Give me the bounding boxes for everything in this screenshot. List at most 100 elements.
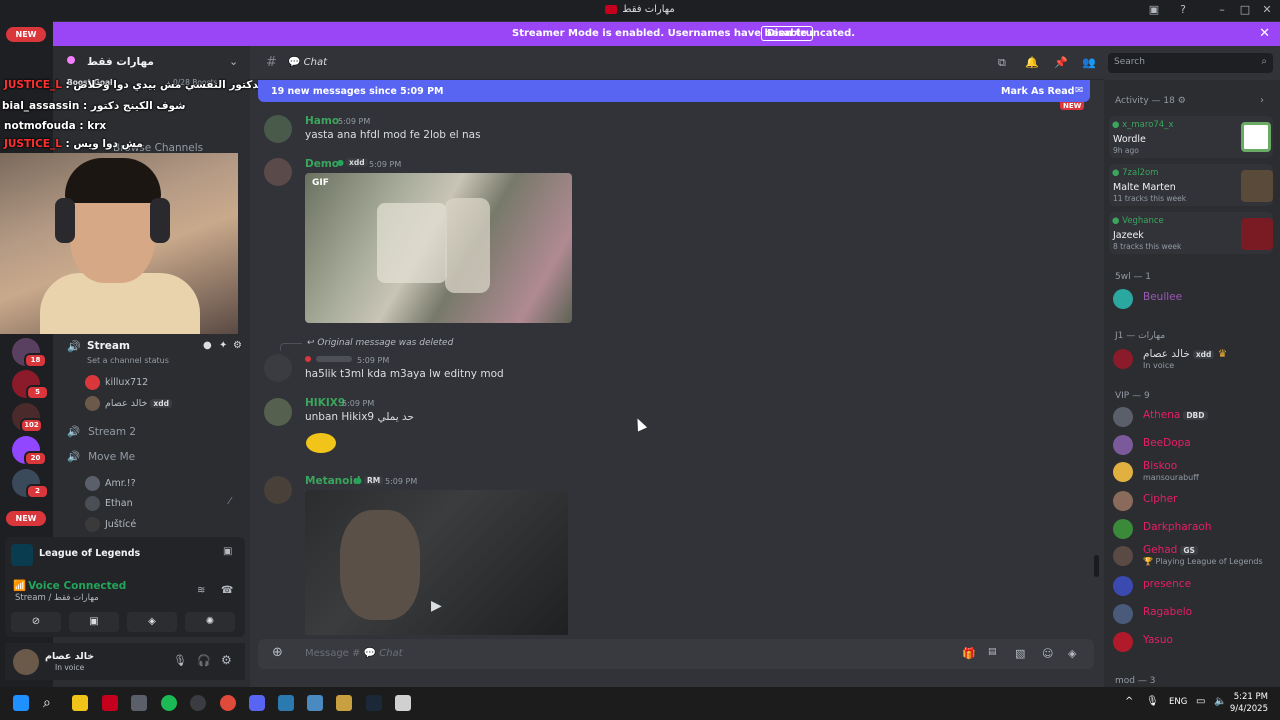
channel-stream-2[interactable]: 🔊 Stream 2 <box>67 425 136 438</box>
soundboard-button[interactable]: ✺ <box>185 612 235 632</box>
add-attachment-icon[interactable]: ⊕ <box>272 645 283 660</box>
avatar[interactable] <box>264 158 292 186</box>
minimize-button[interactable]: – <box>1214 2 1230 18</box>
voice-user[interactable]: Ethan <box>85 496 133 511</box>
apps-icon[interactable]: ◈ <box>1068 647 1076 660</box>
mic-icon[interactable]: 🎙 <box>173 654 187 667</box>
member-row[interactable]: Beullee <box>1113 287 1273 309</box>
channel-move-me[interactable]: 🔊 Move Me <box>67 450 135 463</box>
members-icon[interactable]: 👥 <box>1082 56 1096 69</box>
voice-user[interactable]: خالد عصام xdd <box>85 396 172 411</box>
scrollbar-thumb[interactable] <box>1094 555 1099 577</box>
member-row[interactable]: Biskoo mansourabuff <box>1113 460 1273 482</box>
message-author[interactable]: Hamo <box>305 115 339 127</box>
file-explorer-icon[interactable] <box>72 695 88 711</box>
activity-name[interactable]: League of Legends <box>39 548 140 559</box>
mic-icon[interactable]: 🎙 <box>1146 696 1159 707</box>
app-icon[interactable] <box>190 695 206 711</box>
language-indicator[interactable]: ENG <box>1169 697 1187 707</box>
gif-icon[interactable]: ▤ <box>988 647 997 657</box>
chevron-right-icon[interactable]: › <box>1260 95 1264 106</box>
activity-card[interactable]: ● 7zal2om Malte Marten 11 tracks this we… <box>1109 164 1273 206</box>
message-author[interactable]: Metanoid <box>305 475 360 487</box>
gear-icon[interactable]: ⚙ <box>233 340 242 351</box>
voice-user[interactable]: killux712 <box>85 375 148 390</box>
inbox-icon[interactable]: ▣ <box>1146 2 1162 18</box>
league-client-icon[interactable] <box>336 695 352 711</box>
invite-icon[interactable]: ✦ <box>219 340 227 351</box>
disable-button[interactable]: Disable <box>761 26 813 41</box>
member-row[interactable]: Cipher <box>1113 489 1273 511</box>
noise-suppression-icon[interactable]: ≋ <box>197 585 205 596</box>
sticker-icon[interactable]: ▧ <box>1015 647 1025 660</box>
windows-start-icon[interactable] <box>13 695 29 711</box>
network-icon[interactable]: ▭ <box>1196 696 1205 707</box>
avatar[interactable] <box>264 398 292 426</box>
chat-icon[interactable]: ● <box>203 340 212 351</box>
new-messages-bar[interactable]: 19 new messages since 5:09 PM Mark As Re… <box>258 80 1090 102</box>
spotify-icon[interactable] <box>161 695 177 711</box>
chevron-down-icon[interactable]: ⌄ <box>229 55 238 68</box>
chrome-icon[interactable] <box>220 695 236 711</box>
activity-card[interactable]: ● Veghance Jazeek 8 tracks this week <box>1109 212 1273 254</box>
tray-chevron-icon[interactable]: ^ <box>1125 696 1133 707</box>
play-icon[interactable]: ▶ <box>431 598 442 614</box>
avatar[interactable] <box>264 115 292 143</box>
app-icon[interactable] <box>307 695 323 711</box>
message-author[interactable]: HIKIX9 <box>305 397 345 409</box>
discord-icon[interactable] <box>249 695 265 711</box>
search-input[interactable]: Search ⌕ <box>1108 53 1273 73</box>
disconnect-icon[interactable]: ☎ <box>221 585 233 596</box>
avatar[interactable] <box>264 476 292 504</box>
member-row[interactable]: Yasuo <box>1113 630 1273 652</box>
channel-status-hint[interactable]: Set a channel status <box>87 356 169 365</box>
screen-share-icon[interactable]: ▣ <box>223 546 232 557</box>
gif-attachment[interactable]: GIF <box>305 173 572 323</box>
search-icon[interactable]: ⌕ <box>43 695 59 711</box>
voice-user[interactable]: Juštícé <box>85 517 136 532</box>
app-icon[interactable] <box>395 695 411 711</box>
activities-button[interactable]: ◈ <box>127 612 177 632</box>
clock-time[interactable]: 5:21 PM <box>1232 692 1268 702</box>
steam-icon[interactable] <box>366 695 382 711</box>
pin-icon[interactable]: 📌 <box>1054 56 1068 69</box>
close-window-button[interactable]: ✕ <box>1259 2 1275 18</box>
server-name[interactable]: مهارات فقط <box>87 56 154 68</box>
bell-icon[interactable]: 🔔 <box>1025 56 1039 69</box>
volume-icon[interactable]: 🔈 <box>1214 696 1226 707</box>
member-row[interactable]: Gehad GS 🏆 Playing League of Legends <box>1113 544 1273 566</box>
voice-channel[interactable]: Stream / مهارات فقط <box>15 593 99 603</box>
member-row[interactable]: خالد عصام xdd ♛ In voice <box>1113 347 1273 370</box>
new-badge[interactable]: NEW <box>6 511 46 526</box>
camera-off-button[interactable]: ⊘ <box>11 612 61 632</box>
avatar[interactable] <box>13 649 39 675</box>
app-icon[interactable] <box>278 695 294 711</box>
emoji-icon[interactable]: ☺ <box>1042 647 1053 660</box>
reply-preview[interactable]: ↩ Original message was deleted <box>307 338 453 348</box>
help-icon[interactable]: ? <box>1175 2 1191 18</box>
member-row[interactable]: Ragabelo <box>1113 602 1273 624</box>
settings-icon[interactable]: ⚙ <box>221 653 232 667</box>
gift-icon[interactable]: 🎁 <box>962 647 976 660</box>
member-row[interactable]: presence <box>1113 574 1273 596</box>
member-row[interactable]: Darkpharaoh <box>1113 517 1273 539</box>
member-row[interactable]: BeeDopa <box>1113 433 1273 455</box>
message-author[interactable]: Demo <box>305 158 339 170</box>
voice-user[interactable]: Amr.!? <box>85 476 136 491</box>
store-icon[interactable] <box>131 695 147 711</box>
message-composer[interactable]: ⊕ Message # 💬 Chat 🎁 ▤ ▧ ☺ ◈ <box>258 639 1094 669</box>
mark-as-read-button[interactable]: Mark As Read <box>1001 86 1074 97</box>
headphones-icon[interactable]: 🎧 <box>197 654 211 667</box>
truncated-username[interactable] <box>316 356 352 362</box>
new-badge[interactable]: NEW <box>6 27 46 42</box>
share-screen-button[interactable]: ▣ <box>69 612 119 632</box>
avatar[interactable] <box>264 354 292 382</box>
threads-icon[interactable]: ⧉ <box>998 56 1006 70</box>
clock-date[interactable]: 9/4/2025 <box>1228 704 1268 714</box>
activity-card[interactable]: ● x_maro74_x Wordle 9h ago <box>1109 116 1273 158</box>
composer-placeholder[interactable]: Message # 💬 Chat <box>305 648 403 659</box>
maximize-button[interactable]: □ <box>1237 2 1253 18</box>
close-icon[interactable]: ✕ <box>1259 26 1270 41</box>
member-row[interactable]: Athena DBD <box>1113 405 1273 427</box>
channel-stream[interactable]: Stream <box>87 340 130 352</box>
